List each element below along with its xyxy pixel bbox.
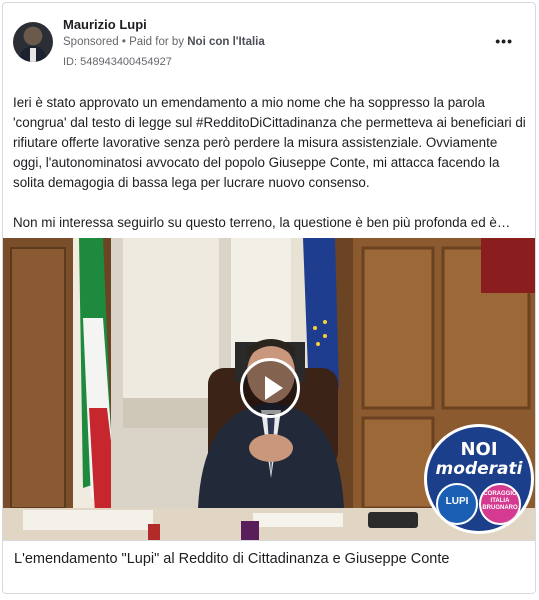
separator-dot: • [121, 36, 126, 48]
play-button-icon[interactable] [240, 358, 300, 418]
more-options-icon[interactable]: ••• [495, 33, 513, 49]
ad-id: ID: 548943400454927 [63, 56, 172, 68]
post-paragraph-1: Ieri è stato approvato un emendamento a … [13, 95, 526, 190]
video-thumbnail[interactable]: NOI moderati LUPI CORAGGIO ITALIA BRUGNA… [3, 238, 535, 540]
logo-text-noi: NOI [460, 439, 498, 460]
post-text: Ieri è stato approvato un emendamento a … [13, 93, 529, 233]
ad-card: Maurizio Lupi Sponsored • Paid for by No… [2, 2, 536, 594]
logo-right-text: CORAGGIO ITALIA BRUGNARO [482, 491, 518, 511]
author-avatar[interactable] [13, 22, 53, 62]
post-paragraph-2: Non mi interessa seguirlo su questo terr… [13, 215, 511, 230]
sponsored-label: Sponsored [63, 36, 119, 48]
paid-for-prefix: Paid for by [129, 36, 185, 48]
video-caption[interactable]: L'emendamento "Lupi" al Reddito di Citta… [14, 551, 449, 567]
paid-for-by-link[interactable]: Noi con l'Italia [187, 36, 265, 48]
noi-moderati-logo: NOI moderati LUPI CORAGGIO ITALIA BRUGNA… [424, 424, 534, 534]
video-caption-bar[interactable]: L'emendamento "Lupi" al Reddito di Citta… [3, 540, 535, 579]
sponsor-line: Sponsored • Paid for by Noi con l'Italia [63, 36, 265, 48]
logo-text-moderati: moderati [435, 459, 523, 479]
logo-left-text: LUPI [445, 496, 469, 507]
author-name[interactable]: Maurizio Lupi [63, 17, 147, 32]
